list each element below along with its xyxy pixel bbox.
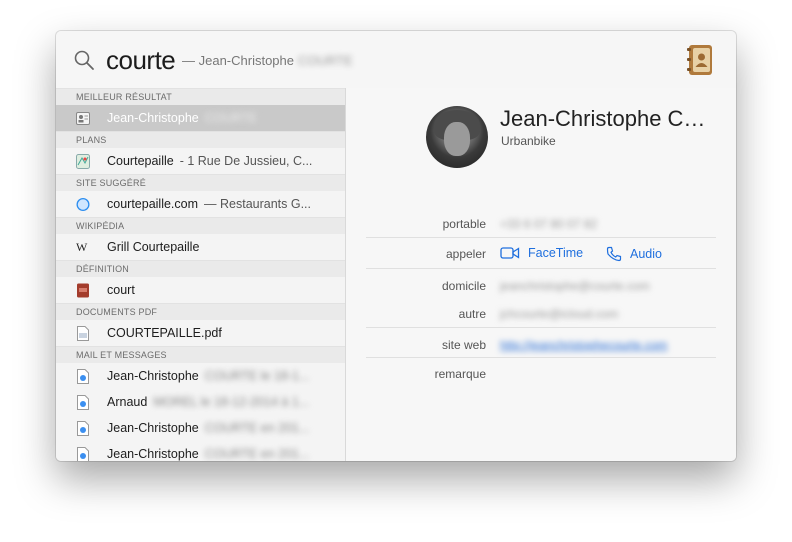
result-row-mail[interactable]: Jean-Christophe COURTE en 201... (56, 441, 345, 461)
audio-call-button[interactable]: Audio (606, 246, 662, 262)
autre-value[interactable]: jchcourte@icloud.com (500, 307, 618, 321)
section-header-documents-pdf: DOCUMENTS PDF (56, 303, 345, 320)
result-row-website[interactable]: courtepaille.com — Restaurants G... (56, 191, 345, 217)
result-label: Jean-Christophe (107, 447, 199, 461)
phone-icon (606, 246, 622, 262)
divider (366, 268, 716, 269)
safari-icon (76, 197, 90, 211)
search-bar[interactable]: courte — Jean-Christophe COURTE (56, 31, 736, 89)
result-row-mail[interactable]: Arnaud MOREL le 18-12-2014 à 1... (56, 389, 345, 415)
section-header-meilleur-resultat: MEILLEUR RÉSULTAT (56, 88, 345, 105)
facetime-button[interactable]: FaceTime (500, 246, 583, 260)
audio-label: Audio (630, 247, 662, 261)
spotlight-window: courte — Jean-Christophe COURTE MEILLEUR … (56, 31, 736, 461)
result-label: court (107, 283, 135, 297)
contact-preview: Jean-Christophe C… Urbanbike portable +3… (346, 88, 736, 461)
contact-card-icon (76, 111, 90, 125)
section-header-wikipedia: WIKIPÉDIA (56, 217, 345, 234)
maps-icon (76, 153, 90, 169)
facetime-label: FaceTime (528, 246, 584, 260)
pdf-document-icon (77, 325, 89, 341)
domicile-label: domicile (441, 279, 486, 293)
section-header-definition: DÉFINITION (56, 260, 345, 277)
dictionary-icon (77, 283, 89, 297)
result-label: Grill Courtepaille (107, 240, 200, 254)
result-row-definition[interactable]: court (56, 277, 345, 303)
result-hidden: MOREL le 18-12-2014 à 1... (153, 395, 310, 409)
result-row-contact[interactable]: Jean-Christophe COURTE (56, 105, 345, 131)
avatar-face (444, 122, 470, 156)
mail-document-icon (77, 368, 89, 384)
mail-document-icon (77, 394, 89, 410)
result-subtitle: - 1 Rue De Jussieu, C... (179, 154, 313, 168)
remarque-label: remarque (434, 367, 486, 381)
result-row-pdf[interactable]: COURTEPAILLE.pdf (56, 320, 345, 346)
divider (366, 327, 716, 328)
search-input[interactable]: courte (106, 45, 176, 76)
video-camera-icon (500, 247, 520, 259)
portable-value[interactable]: +33 6 07 80 07 82 (500, 217, 597, 231)
result-label: Arnaud (107, 395, 148, 409)
contact-company: Urbanbike (501, 134, 556, 148)
result-row-map[interactable]: Courtepaille - 1 Rue De Jussieu, C... (56, 148, 345, 174)
autre-label: autre (458, 307, 486, 321)
completion-hidden: COURTE (298, 53, 353, 68)
result-hidden: COURTE en 201... (204, 421, 310, 435)
divider (366, 357, 716, 358)
section-header-plans: PLANS (56, 131, 345, 148)
mail-document-icon (77, 420, 89, 436)
result-label: Jean-Christophe (107, 369, 199, 383)
section-header-site-suggere: SITE SUGGÉRÉ (56, 174, 345, 191)
contact-name: Jean-Christophe C… (500, 106, 706, 131)
divider (366, 237, 716, 238)
wikipedia-icon: W (76, 239, 88, 254)
domicile-value[interactable]: jeanchristophe@courte.com (500, 279, 650, 293)
result-hidden: COURTE le 18-1... (204, 369, 310, 383)
result-row-mail[interactable]: Jean-Christophe COURTE le 18-1... (56, 363, 345, 389)
mail-document-icon (77, 446, 89, 461)
avatar (426, 106, 488, 168)
result-label: courtepaille.com (107, 197, 199, 211)
result-label: COURTEPAILLE.pdf (107, 326, 222, 340)
results-list: MEILLEUR RÉSULTAT Jean-Christophe COURTE… (56, 88, 346, 461)
result-label: Courtepaille (107, 154, 174, 168)
result-label: Jean-Christophe (107, 421, 199, 435)
result-subtitle: — Restaurants G... (204, 197, 311, 211)
result-hidden: COURTE en 201... (204, 447, 310, 461)
section-header-mail-messages: MAIL ET MESSAGES (56, 346, 345, 363)
appeler-label: appeler (445, 247, 486, 261)
result-label: Jean-Christophe (107, 111, 199, 125)
completion-text: — Jean-Christophe (182, 53, 294, 68)
portable-label: portable (442, 217, 486, 231)
siteweb-link[interactable]: http://jeanchristophecourte.com (500, 338, 667, 352)
siteweb-label: site web (441, 338, 486, 352)
search-icon (74, 50, 94, 70)
result-hidden: COURTE (204, 111, 258, 125)
result-row-mail[interactable]: Jean-Christophe COURTE en 201... (56, 415, 345, 441)
result-row-wikipedia[interactable]: W Grill Courtepaille (56, 234, 345, 260)
search-completion: — Jean-Christophe COURTE (182, 53, 353, 68)
contacts-app-icon (687, 45, 712, 75)
